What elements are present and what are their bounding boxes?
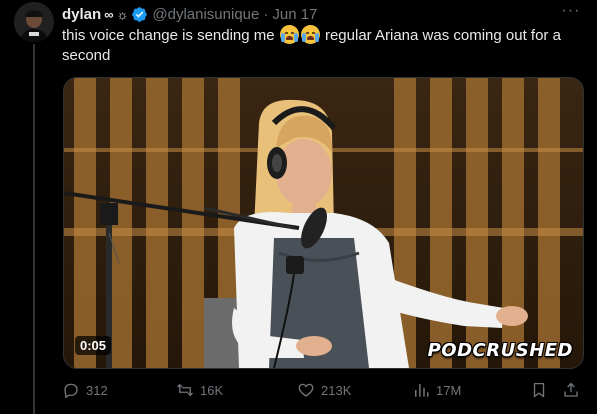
tweet-text: this voice change is sending me regular … [62, 25, 587, 66]
views-chart-icon [415, 384, 429, 397]
tweet-header: dylan ∞ ☼ @dylanisunique · Jun 17 [62, 4, 317, 24]
avatar[interactable] [14, 2, 54, 42]
views-button[interactable]: 17M [412, 378, 461, 402]
video-timestamp: 0:05 [75, 336, 112, 355]
reply-button[interactable]: 312 [62, 378, 108, 402]
reply-count: 312 [86, 382, 108, 398]
tweet-actions: 312 16K 213K 17M [62, 378, 587, 402]
podcrushed-watermark: PODCRUSHED [427, 340, 573, 361]
author-handle[interactable]: @dylanisunique [152, 6, 259, 23]
reply-icon [64, 383, 78, 399]
bookmark-icon [533, 382, 545, 398]
heart-icon [298, 383, 314, 397]
share-icon [564, 382, 578, 397]
tweet-date[interactable]: Jun 17 [272, 6, 317, 23]
infinity-badge-icon: ∞ [104, 6, 114, 22]
like-count: 213K [321, 382, 352, 398]
author-name[interactable]: dylan [62, 6, 101, 23]
loudly-crying-face-icon [300, 25, 320, 44]
video-frame [64, 78, 583, 368]
views-count: 17M [436, 382, 462, 398]
repost-count: 16K [200, 382, 224, 398]
bookmark-button[interactable] [530, 378, 554, 402]
sun-badge-icon: ☼ [116, 6, 129, 22]
separator-dot: · [263, 5, 269, 23]
video-player[interactable]: 0:05 PODCRUSHED [63, 77, 584, 369]
repost-icon [177, 383, 193, 397]
like-button[interactable]: 213K [297, 378, 351, 402]
loudly-crying-face-icon [279, 25, 299, 44]
thread-line [33, 44, 35, 414]
tweet-text-before: this voice change is sending me [62, 27, 275, 44]
verified-badge-icon [131, 6, 148, 23]
more-options-icon[interactable]: ··· [559, 2, 583, 22]
share-button[interactable] [562, 378, 586, 402]
repost-button[interactable]: 16K [176, 378, 223, 402]
